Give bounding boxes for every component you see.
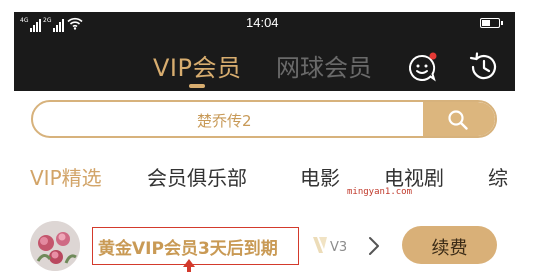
renew-button[interactable]: 续费 — [402, 226, 497, 264]
renew-button-label: 续费 — [431, 238, 468, 259]
signal-icon: 4G — [20, 17, 42, 32]
search-bar[interactable]: 楚乔传2 — [31, 100, 497, 138]
watermark: mingyan1.com — [347, 187, 413, 197]
app-header: 4G 2G 14:04 VIP会员 网球会员 — [14, 12, 515, 91]
vip-level-badge: V3 — [313, 237, 347, 255]
message-icon[interactable] — [406, 52, 438, 84]
tab-tennis-member[interactable]: 网球会员 — [276, 48, 372, 83]
signal-label-2: 2G — [43, 17, 52, 24]
battery-icon — [480, 18, 503, 28]
search-icon — [448, 110, 468, 130]
membership-expire-notice[interactable]: 黄金VIP会员3天后到期 — [98, 234, 278, 259]
annotation-arrow-icon — [183, 259, 195, 272]
history-icon[interactable] — [467, 51, 499, 83]
category-tab-member-club[interactable]: 会员俱乐部 — [147, 162, 247, 191]
active-tab-indicator — [189, 84, 205, 88]
wifi-icon — [67, 17, 83, 30]
search-button[interactable] — [423, 102, 495, 136]
search-input[interactable]: 楚乔传2 — [197, 110, 252, 131]
category-tab-vip-picks[interactable]: VIP精选 — [30, 162, 102, 191]
status-time: 14:04 — [246, 15, 279, 30]
chevron-right-icon[interactable] — [368, 236, 380, 256]
notification-dot — [429, 52, 437, 60]
category-tab-variety[interactable]: 综 — [488, 162, 508, 191]
status-bar: 4G 2G 14:04 — [14, 12, 515, 34]
category-tab-movies[interactable]: 电影 — [300, 162, 340, 191]
signal-label: 4G — [20, 17, 29, 24]
avatar[interactable] — [30, 221, 80, 271]
vip-level-label: V3 — [330, 240, 347, 255]
signal-icon-2: 2G — [43, 17, 65, 32]
tab-vip-member[interactable]: VIP会员 — [153, 48, 241, 83]
